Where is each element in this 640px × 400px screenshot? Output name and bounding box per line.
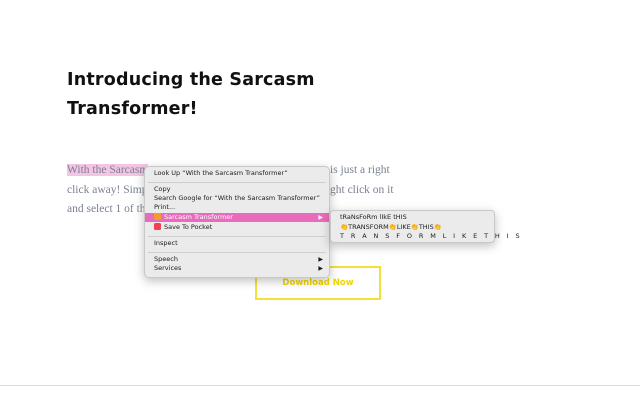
extension-icon — [154, 212, 161, 220]
selected-text[interactable]: With the Sarcasm — [67, 164, 149, 176]
para-line-1-end: is just a right — [330, 164, 390, 176]
menu-item-search-google-label: Search Google for “With the Sarcasm Tran… — [154, 193, 320, 202]
menu-item-look-up[interactable]: Look Up “With the Sarcasm Transformer” — [145, 169, 329, 179]
menu-item-inspect[interactable]: Inspect — [145, 239, 329, 249]
chevron-right-icon: ▶ — [318, 255, 323, 263]
page-title: Introducing the Sarcasm Transformer! — [67, 66, 367, 124]
menu-item-inspect-label: Inspect — [154, 238, 178, 247]
menu-item-save-to-pocket[interactable]: Save To Pocket — [145, 222, 329, 233]
submenu-item-clap[interactable]: 👏TRANSFORM👏LIKE👏THIS👏 — [340, 223, 442, 232]
context-menu: Look Up “With the Sarcasm Transformer” C… — [144, 166, 330, 278]
footer-divider — [0, 385, 640, 386]
menu-item-print[interactable]: Print... — [145, 203, 329, 213]
menu-separator — [148, 181, 326, 183]
submenu-item-alternating-case[interactable]: tRaNsFoRm lIkE tHIS — [340, 213, 407, 222]
chevron-right-icon: ▶ — [318, 213, 323, 221]
sarcasm-submenu: tRaNsFoRm lIkE tHIS 👏TRANSFORM👏LIKE👏THIS… — [330, 210, 520, 243]
title-line-2: Transformer! — [67, 99, 198, 119]
menu-item-services[interactable]: Services ▶ — [145, 264, 329, 274]
title-line-1: Introducing the Sarcasm — [67, 70, 315, 90]
pocket-icon — [154, 222, 161, 230]
para-line-2: click away! Simpl — [67, 183, 151, 196]
para-line-3: and select 1 of the — [67, 203, 151, 215]
para-line-1: With the Sarcasm — [67, 161, 149, 181]
para-line-2-end: ght click on it — [330, 183, 394, 196]
menu-item-services-label: Services — [154, 264, 182, 272]
submenu-item-spaced[interactable]: T R A N S F O R M L I K E T H I S — [340, 232, 522, 241]
menu-separator — [148, 235, 326, 237]
menu-item-speech[interactable]: Speech ▶ — [145, 255, 329, 265]
menu-item-sarcasm-transformer[interactable]: Sarcasm Transformer ▶ — [145, 212, 329, 222]
menu-item-speech-label: Speech — [154, 254, 178, 263]
menu-item-copy-label: Copy — [154, 184, 171, 193]
menu-item-print-label: Print... — [154, 202, 176, 211]
menu-separator — [148, 251, 326, 253]
menu-item-save-to-pocket-label: Save To Pocket — [164, 222, 213, 231]
chevron-right-icon: ▶ — [318, 265, 323, 272]
menu-item-sarcasm-transformer-label: Sarcasm Transformer — [164, 212, 233, 221]
menu-item-look-up-label: Look Up “With the Sarcasm Transformer” — [154, 169, 288, 177]
